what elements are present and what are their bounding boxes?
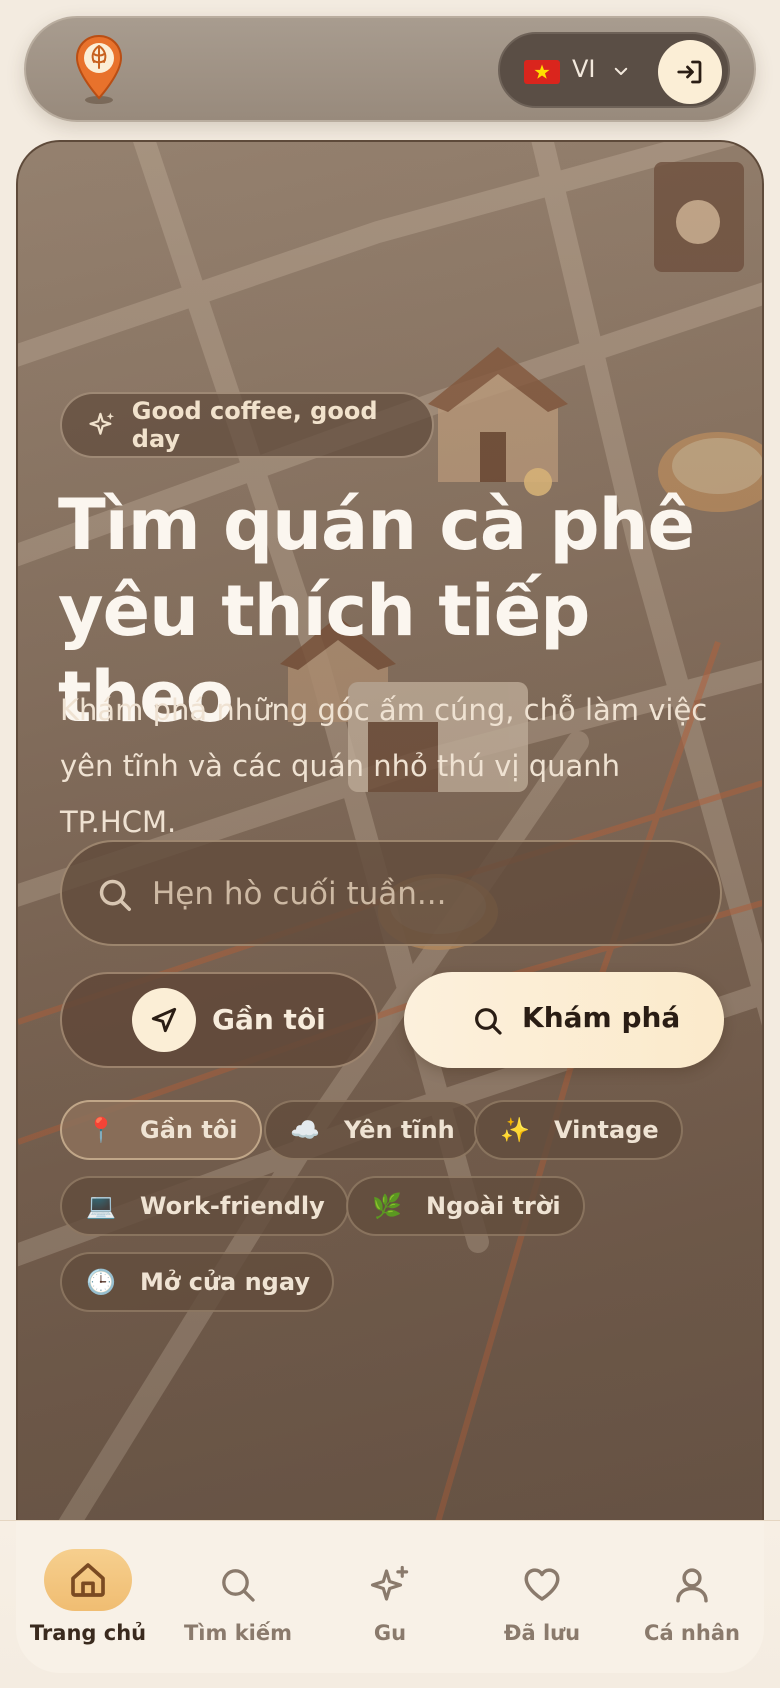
chip-near-me[interactable]: 📍 Gần tôi xyxy=(60,1100,262,1160)
nav-label-home: Trang chủ xyxy=(29,1621,147,1645)
hero-subtitle: Khám phá những góc ấm cúng, chỗ làm việc… xyxy=(60,693,708,839)
nav-item-search[interactable]: Tìm kiếm xyxy=(168,1549,308,1659)
coffee-pin-logo-icon[interactable] xyxy=(74,34,124,106)
chip-label: Vintage xyxy=(554,1116,659,1144)
clock-icon: 🕒 xyxy=(86,1268,116,1296)
top-bar: VI xyxy=(24,16,756,122)
chip-label: Gần tôi xyxy=(140,1116,238,1144)
pin-icon: 📍 xyxy=(86,1116,116,1144)
chip-outdoor[interactable]: 🌿 Ngoài trời xyxy=(346,1176,585,1236)
near-me-label: Gần tôi xyxy=(212,1003,326,1036)
explore-label: Khám phá xyxy=(522,1001,681,1034)
search-icon xyxy=(475,1008,502,1035)
search-bar[interactable] xyxy=(60,840,722,946)
nav-item-saved[interactable]: Đã lưu xyxy=(472,1549,612,1659)
nav-label-search: Tìm kiếm xyxy=(183,1621,292,1645)
laptop-icon: 💻 xyxy=(86,1192,116,1220)
nav-label-saved: Đã lưu xyxy=(503,1621,581,1645)
nav-item-home[interactable]: Trang chủ xyxy=(18,1549,158,1659)
cloud-icon: ☁️ xyxy=(290,1116,320,1144)
explore-button[interactable]: Khám phá xyxy=(404,972,724,1068)
language-code: VI xyxy=(572,55,596,83)
search-icon xyxy=(99,879,131,911)
sparkles-icon: ✨ xyxy=(500,1116,530,1144)
navigation-icon-circle xyxy=(132,988,196,1052)
chip-label: Mở cửa ngay xyxy=(140,1268,310,1296)
chip-label: Ngoài trời xyxy=(426,1192,561,1220)
bottom-navigation: Trang chủ Tìm kiếm Gu Đã lưu Cá nhân xyxy=(0,1520,780,1688)
search-icon xyxy=(168,1549,308,1621)
home-icon xyxy=(44,1549,132,1611)
chip-vintage[interactable]: ✨ Vintage xyxy=(474,1100,683,1160)
chip-open-now[interactable]: 🕒 Mở cửa ngay xyxy=(60,1252,334,1312)
herb-icon: 🌿 xyxy=(372,1192,402,1220)
vietnam-flag-icon xyxy=(524,60,560,84)
sparkle-icon xyxy=(320,1549,460,1621)
language-selector[interactable]: VI xyxy=(498,32,730,108)
hero-section: Good coffee, good day Tìm quán cà phê yê… xyxy=(16,140,764,1520)
chip-work-friendly[interactable]: 💻 Work-friendly xyxy=(60,1176,349,1236)
chevron-down-icon xyxy=(614,67,628,75)
chip-label: Work-friendly xyxy=(140,1192,325,1220)
near-me-button[interactable]: Gần tôi xyxy=(60,972,378,1068)
search-input[interactable] xyxy=(152,866,692,922)
nav-item-taste[interactable]: Gu xyxy=(320,1549,460,1659)
login-button[interactable] xyxy=(658,40,722,104)
nav-label-taste: Gu xyxy=(373,1621,407,1645)
chip-label: Yên tĩnh xyxy=(344,1116,455,1144)
user-icon xyxy=(622,1549,762,1621)
navigation-arrow-icon xyxy=(151,1007,177,1033)
tagline-badge: Good coffee, good day xyxy=(60,392,434,458)
nav-item-profile[interactable]: Cá nhân xyxy=(622,1549,762,1659)
heart-icon xyxy=(472,1549,612,1621)
sparkle-icon xyxy=(89,412,115,435)
nav-label-profile: Cá nhân xyxy=(644,1621,740,1645)
chip-quiet[interactable]: ☁️ Yên tĩnh xyxy=(264,1100,479,1160)
login-icon xyxy=(677,60,702,84)
tagline-text: Good coffee, good day xyxy=(131,397,378,453)
